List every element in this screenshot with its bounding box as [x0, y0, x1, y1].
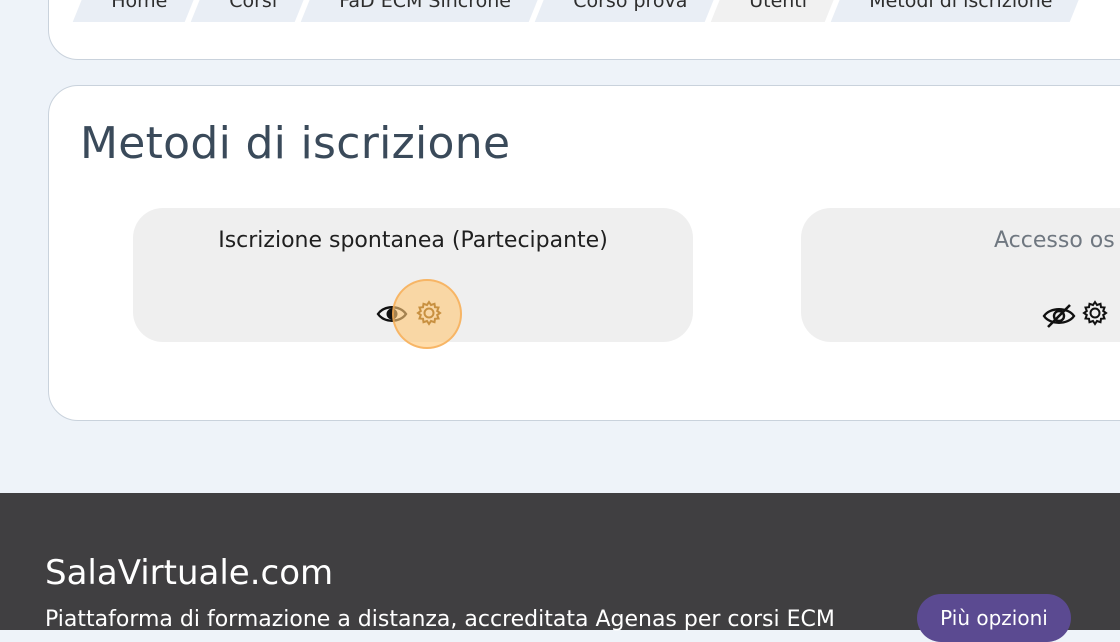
method-title: Iscrizione spontanea (Partecipante) [218, 228, 608, 253]
gear-icon[interactable] [1080, 298, 1110, 332]
page-title: Metodi di iscrizione [80, 118, 511, 169]
method-title: Accesso os [994, 228, 1115, 253]
breadcrumb-item-corsi[interactable]: Corsi [190, 0, 310, 22]
breadcrumb-item-metodi[interactable]: Metodi di iscrizione [830, 0, 1085, 22]
more-options-button[interactable]: Più opzioni [917, 594, 1071, 642]
gear-icon[interactable] [414, 298, 444, 332]
site-footer: SalaVirtuale.com Piattaforma di formazio… [0, 493, 1120, 642]
breadcrumb-item-corso-prova[interactable]: Corso prova [534, 0, 720, 22]
breadcrumb-item-utenti[interactable]: Utenti [710, 0, 840, 22]
footer-tagline: Piattaforma di formazione a distanza, ac… [45, 607, 835, 632]
breadcrumb: Home Corsi FaD ECM Sincrone Corso prova … [72, 0, 1085, 22]
eye-off-icon[interactable] [1042, 303, 1076, 333]
breadcrumb-item-fad-ecm[interactable]: FaD ECM Sincrone [300, 0, 544, 22]
breadcrumb-item-home[interactable]: Home [72, 0, 200, 22]
footer-brand[interactable]: SalaVirtuale.com [45, 553, 333, 593]
